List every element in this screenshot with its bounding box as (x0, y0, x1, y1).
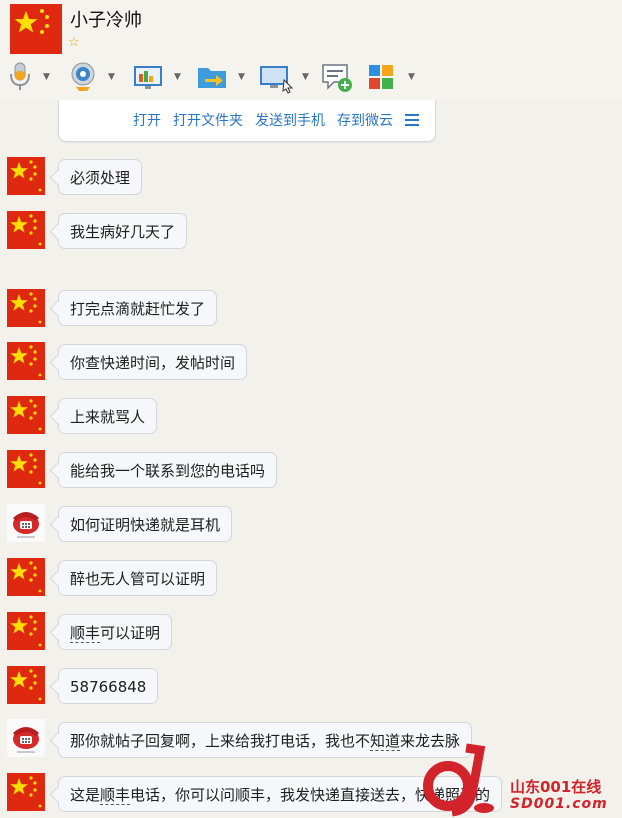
message-bubble: 打完点滴就赶忙发了 (58, 290, 218, 326)
avatar[interactable] (7, 396, 45, 434)
star-icon: ☆ (68, 35, 80, 50)
contact-name[interactable]: 小子冷帅 (70, 6, 142, 32)
file-card: 打开 打开文件夹 发送到手机 存到微云 (58, 100, 436, 142)
message-bubble: 你查快递时间，发帖时间 (58, 344, 248, 380)
avatar[interactable] (7, 450, 45, 488)
new-message-button[interactable] (320, 60, 360, 96)
avatar[interactable] (7, 666, 45, 704)
message-bubble: 必须处理 (58, 159, 143, 195)
microphone-button[interactable]: ▼ (6, 60, 58, 96)
contact-avatar[interactable] (10, 4, 62, 54)
save-to-weiyun-link[interactable]: 存到微云 (337, 110, 393, 130)
open-link[interactable]: 打开 (133, 110, 161, 130)
avatar[interactable] (7, 719, 45, 757)
message-text: 这是 (70, 786, 101, 804)
avatar[interactable] (7, 504, 45, 542)
new-message-icon (322, 64, 352, 92)
avatar[interactable] (7, 211, 45, 249)
message-bubble: 我生病好几天了 (58, 213, 188, 249)
screen-share-button[interactable]: ▼ (132, 60, 186, 96)
message-text: 可以证明 (100, 624, 161, 642)
remote-desktop-button[interactable]: ▼ (258, 60, 314, 96)
watermark-logo-icon (423, 743, 494, 817)
transfer-file-button[interactable]: ▼ (196, 60, 252, 96)
avatar[interactable] (7, 558, 45, 596)
message-bubble: 那你就帖子回复啊，上来给我打电话，我也不知道来龙去脉 (58, 722, 473, 758)
avatar[interactable] (7, 612, 45, 650)
apps-icon (369, 65, 393, 89)
menu-icon[interactable] (405, 114, 419, 126)
send-to-phone-link[interactable]: 发送到手机 (255, 110, 325, 130)
message-bubble: 58766848 (58, 668, 159, 704)
underlined-text[interactable]: 知道 (370, 732, 401, 751)
microphone-icon (10, 62, 30, 90)
webcam-icon (71, 62, 95, 91)
file-card-actions: 打开 打开文件夹 发送到手机 存到微云 (121, 110, 419, 130)
toolbar: ▼ ▼ ▼ ▼ ▼ ▼ (6, 60, 422, 96)
underlined-text[interactable]: 顺丰 (70, 624, 101, 643)
avatar[interactable] (7, 773, 45, 811)
message-bubble: 顺丰可以证明 (58, 614, 173, 650)
message-bubble: 如何证明快递就是耳机 (58, 506, 233, 542)
avatar[interactable] (7, 289, 45, 327)
transfer-file-icon (198, 68, 226, 88)
message-bubble: 上来就骂人 (58, 398, 158, 434)
remote-desktop-icon (260, 66, 294, 94)
avatar[interactable] (7, 157, 45, 195)
apps-button[interactable]: ▼ (366, 60, 422, 96)
message-text: 那你就帖子回复啊，上来给我打电话，我也不 (70, 732, 371, 750)
screen-share-icon (134, 66, 162, 89)
underlined-text[interactable]: 顺丰 (100, 786, 131, 805)
watermark-domain: SD001.com (510, 796, 608, 812)
message-bubble: 能给我一个联系到您的电话吗 (58, 452, 278, 488)
message-bubble: 醉也无人管可以证明 (58, 560, 218, 596)
webcam-button[interactable]: ▼ (68, 60, 122, 96)
avatar[interactable] (7, 342, 45, 380)
watermark-text: 山东001在线 (510, 778, 602, 796)
open-folder-link[interactable]: 打开文件夹 (173, 110, 243, 130)
chat-header: 小子冷帅 ☆ ▼ ▼ ▼ ▼ ▼ ▼ (0, 0, 622, 100)
